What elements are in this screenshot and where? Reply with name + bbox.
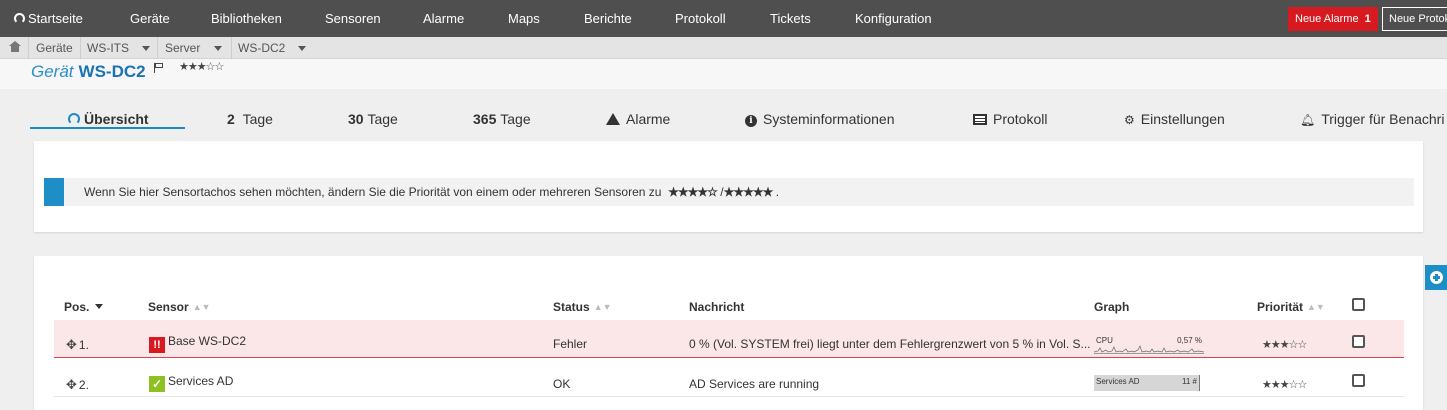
chevron-down-icon[interactable]	[298, 46, 306, 51]
sort-icon: ▲▼	[593, 302, 612, 312]
nav-alarme[interactable]: Alarme	[423, 0, 464, 37]
top-navigation: Startseite Geräte Bibliotheken Sensoren …	[0, 0, 1447, 37]
message-text: 0 % (Vol. SYSTEM frei) liegt unter dem F…	[689, 337, 1091, 351]
select-all-checkbox[interactable]	[1352, 298, 1365, 311]
row-position: ✥ 1.	[66, 337, 89, 353]
new-log-button[interactable]: Neue Protok	[1382, 7, 1447, 31]
add-object-button[interactable]	[1425, 265, 1447, 290]
breadcrumb-server[interactable]: Server	[165, 37, 200, 59]
column-priority[interactable]: Priorität ▲▼	[1257, 300, 1325, 314]
column-sensor[interactable]: Sensor ▲▼	[148, 300, 211, 314]
page-title: Gerät WS-DC2	[31, 62, 146, 81]
breadcrumb-separator	[28, 37, 29, 59]
column-graph: Graph	[1094, 300, 1130, 314]
tab-2-tage[interactable]: 2 Tage	[227, 111, 273, 129]
gauge-icon	[14, 13, 25, 24]
move-icon[interactable]: ✥	[66, 337, 77, 353]
four-stars: ★★★★☆	[668, 185, 718, 199]
tab-protokoll[interactable]: Protokoll	[973, 111, 1047, 129]
five-stars: ★★★★★	[723, 185, 774, 199]
plus-icon	[1430, 271, 1443, 284]
breadcrumb-ws-its[interactable]: WS-ITS	[87, 37, 129, 59]
row-position: ✥ 2.	[66, 377, 89, 393]
home-icon[interactable]	[9, 41, 21, 52]
breadcrumb-geraete[interactable]: Geräte	[36, 37, 73, 59]
chevron-down-icon[interactable]	[142, 46, 150, 51]
row-checkbox[interactable]	[1352, 335, 1365, 348]
column-pos[interactable]: Pos.	[64, 300, 104, 314]
priority-stars[interactable]: ★★★☆☆	[1262, 377, 1307, 391]
tab-365-tage[interactable]: 365 Tage	[473, 111, 531, 129]
row-checkbox[interactable]	[1352, 374, 1365, 387]
priority-stars[interactable]: ★★★☆☆	[1262, 337, 1307, 351]
nav-sensoren[interactable]: Sensoren	[325, 0, 381, 37]
status-text: Fehler	[553, 337, 588, 351]
breadcrumb-separator	[80, 37, 81, 59]
flag-icon[interactable]	[154, 63, 164, 73]
error-icon: !!	[149, 337, 165, 353]
tab-trigger[interactable]: 🔔︎ Trigger für Benachri	[1300, 111, 1444, 129]
bell-icon: 🔔︎	[1300, 113, 1316, 127]
check-icon: ✓	[149, 376, 165, 392]
info-icon: i	[745, 115, 757, 127]
warning-icon	[606, 113, 620, 125]
nav-konfiguration[interactable]: Konfiguration	[855, 0, 932, 37]
nav-geraete[interactable]: Geräte	[130, 0, 170, 37]
column-message[interactable]: Nachricht	[689, 300, 744, 314]
nav-bibliotheken[interactable]: Bibliotheken	[211, 0, 282, 37]
log-icon	[973, 114, 987, 125]
sensor-link[interactable]: ✓ Services AD	[149, 374, 233, 392]
nav-protokoll[interactable]: Protokoll	[675, 0, 726, 37]
status-text: OK	[553, 377, 571, 391]
sort-icon: ▲▼	[1307, 302, 1325, 312]
tab-systeminformationen[interactable]: i Systeminformationen	[745, 111, 895, 129]
breadcrumb-separator	[157, 37, 158, 59]
device-name: WS-DC2	[78, 62, 146, 81]
message-text: AD Services are running	[689, 377, 820, 391]
tab-alarme[interactable]: Alarme	[606, 111, 670, 129]
info-message: Wenn Sie hier Sensortachos sehen möchten…	[44, 178, 1414, 206]
breadcrumb-ws-dc2[interactable]: WS-DC2	[238, 37, 285, 59]
mini-graph-services[interactable]: Services AD 11 #	[1094, 375, 1200, 391]
new-alarms-count: 1	[1364, 13, 1371, 25]
nav-maps[interactable]: Maps	[508, 0, 540, 37]
sparkline	[1094, 345, 1204, 353]
info-accent	[44, 178, 64, 206]
mini-graph-cpu[interactable]: CPU 0,57 %	[1094, 336, 1204, 354]
chevron-down-icon[interactable]	[214, 46, 222, 51]
active-tab-indicator	[30, 127, 185, 129]
nav-tickets[interactable]: Tickets	[770, 0, 811, 37]
sensor-link[interactable]: !! Base WS-DC2	[149, 334, 246, 353]
new-alarms-button[interactable]: Neue Alarme 1	[1288, 7, 1378, 31]
gear-icon: ⚙	[1124, 113, 1135, 127]
chevron-down-icon	[95, 304, 104, 309]
move-icon[interactable]: ✥	[66, 377, 77, 393]
column-status[interactable]: Status ▲▼	[553, 300, 612, 314]
device-priority-stars[interactable]: ★★★☆☆	[179, 60, 224, 73]
gauge-icon	[68, 113, 80, 125]
breadcrumb: Geräte WS-ITS Server WS-DC2	[0, 37, 1447, 59]
breadcrumb-separator	[231, 37, 232, 59]
tab-einstellungen[interactable]: ⚙ Einstellungen	[1124, 111, 1225, 129]
tab-30-tage[interactable]: 30 Tage	[348, 111, 398, 129]
nav-berichte[interactable]: Berichte	[584, 0, 632, 37]
nav-startseite[interactable]: Startseite	[14, 0, 83, 37]
sort-icon: ▲▼	[192, 302, 211, 312]
